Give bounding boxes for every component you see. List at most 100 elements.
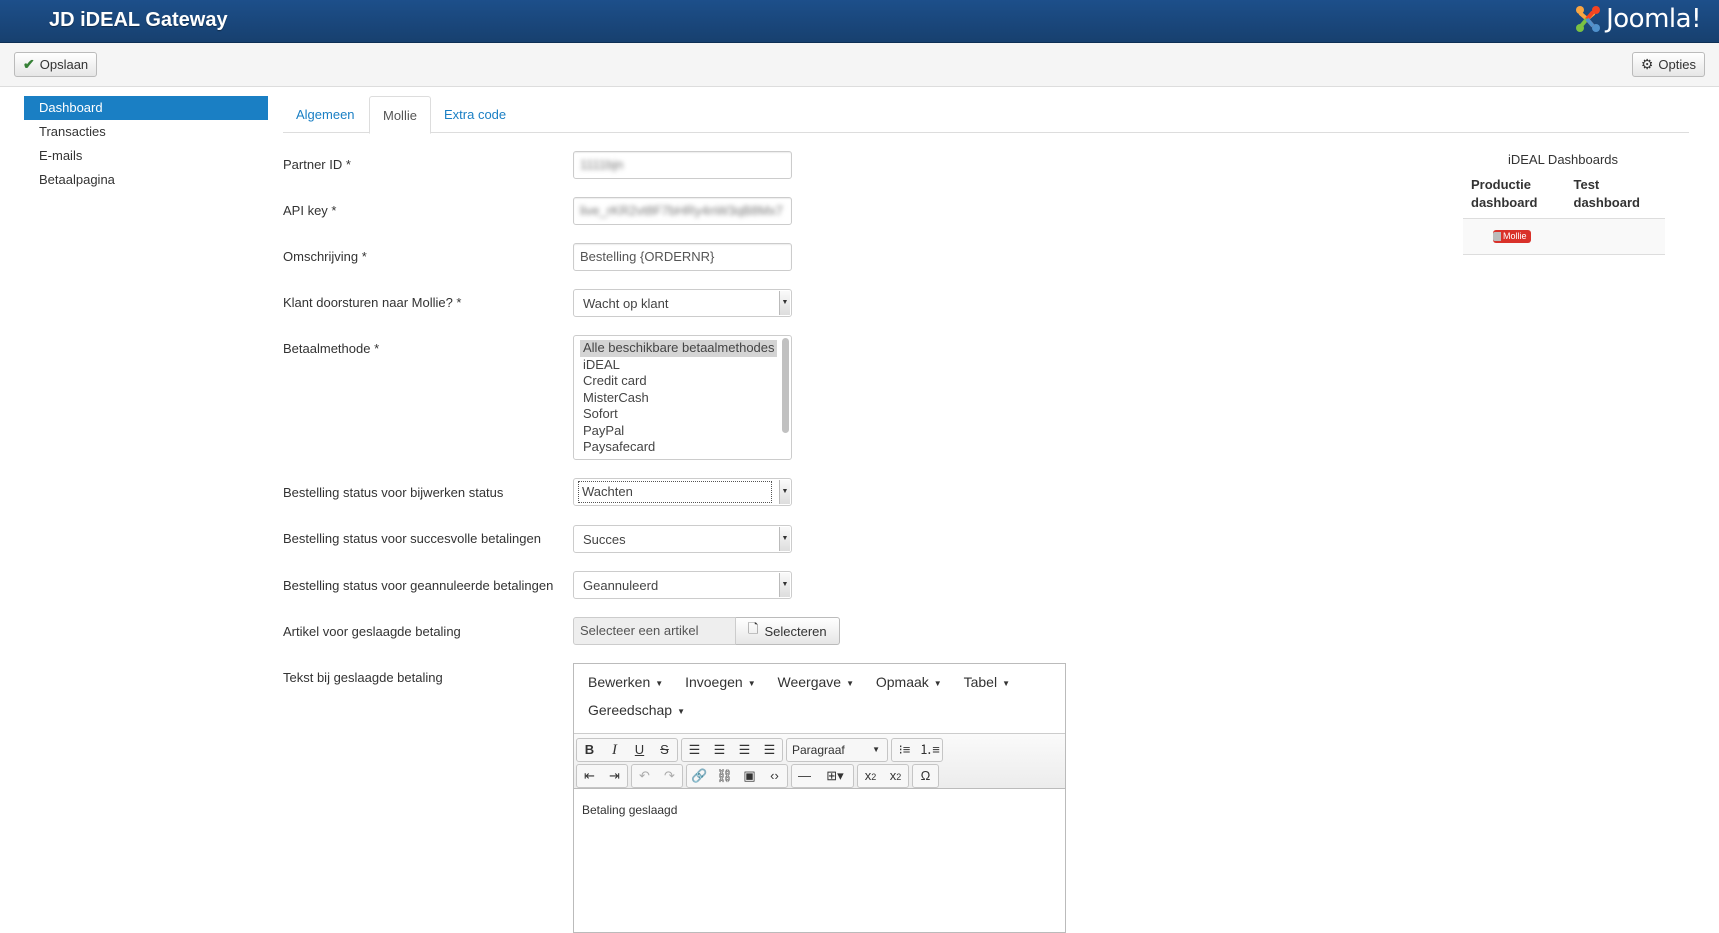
listbox-option[interactable]: Paysafecard: [574, 439, 791, 456]
listbox-option[interactable]: Alle beschikbare betaalmethodes: [580, 340, 777, 357]
joomla-logo[interactable]: Joomla!: [1572, 2, 1701, 36]
align-justify-icon[interactable]: ☰: [757, 739, 782, 761]
image-icon[interactable]: ▣: [737, 765, 762, 787]
menu-label: Weergave: [777, 674, 842, 690]
menu-opmaak[interactable]: Opmaak ▼: [868, 668, 950, 696]
superscript-icon[interactable]: x2: [883, 765, 908, 787]
status-cancelled-label: Bestelling status voor geannuleerde beta…: [283, 578, 554, 593]
menu-label: Opmaak: [875, 674, 929, 690]
sidebar-item-dashboard[interactable]: Dashboard: [24, 96, 268, 120]
tab-mollie[interactable]: Mollie: [369, 96, 431, 134]
listbox-option[interactable]: Credit card: [574, 373, 791, 390]
align-right-icon[interactable]: ☰: [732, 739, 757, 761]
indent-icon[interactable]: ⇥: [602, 765, 627, 787]
undo-icon[interactable]: ↶: [632, 765, 657, 787]
menu-label: Tabel: [963, 674, 998, 690]
listbox-option[interactable]: iDEAL: [574, 357, 791, 374]
api-key-value: live_rKR2vt8F7bHRy4nW3qB8Mx7: [580, 203, 784, 218]
table-icon[interactable]: ⊞▾: [817, 765, 853, 787]
bullet-list-icon[interactable]: ⁝≡: [892, 739, 917, 761]
select-article-button[interactable]: 🗋 Selecteren: [736, 617, 840, 645]
sidebar: Dashboard Transacties E-mails Betaalpagi…: [24, 96, 268, 192]
dashboards-header-row: Productie dashboard Test dashboard: [1463, 176, 1665, 218]
format-select[interactable]: Paragraaf ▼: [787, 739, 887, 761]
editor-content[interactable]: Betaling geslaagd: [574, 789, 1065, 831]
api-key-label: API key *: [283, 203, 337, 218]
menu-gereedschap[interactable]: Gereedschap ▼: [580, 696, 693, 724]
editor-menubar: Bewerken ▼ Invoegen ▼ Weergave ▼ Opmaak ▼ Ta…: [574, 664, 1065, 733]
status-update-label: Bestelling status voor bijwerken status: [283, 485, 504, 500]
col-test-dashboard: Test dashboard: [1573, 177, 1640, 210]
numbered-list-icon[interactable]: ⒈≡: [917, 739, 942, 761]
strikethrough-icon[interactable]: S: [652, 739, 677, 761]
options-button-label: Opties: [1658, 57, 1696, 72]
dashboards-table: Productie dashboard Test dashboard Molli…: [1463, 176, 1665, 255]
sidebar-item-emails[interactable]: E-mails: [24, 144, 268, 168]
app-title: JD iDEAL Gateway: [49, 9, 228, 31]
menu-label: Bewerken: [588, 674, 651, 690]
payment-method-label: Betaalmethode *: [283, 341, 380, 356]
menu-label: Gereedschap: [588, 702, 673, 718]
toolbar: ✔ Opslaan ⚙ Opties: [0, 43, 1719, 87]
outdent-icon[interactable]: ⇤: [577, 765, 602, 787]
tab-bar: Algemeen Mollie Extra code: [283, 96, 1689, 134]
app-header: JD iDEAL Gateway Joomla!: [0, 0, 1719, 43]
format-select-label: Paragraaf: [792, 742, 845, 757]
partner-id-label: Partner ID *: [283, 157, 351, 172]
underline-icon[interactable]: U: [627, 739, 652, 761]
status-cancelled-select[interactable]: Geannuleerd ▼: [573, 571, 792, 599]
options-button[interactable]: ⚙ Opties: [1631, 52, 1705, 77]
menu-tabel[interactable]: Tabel ▼: [956, 668, 1018, 696]
save-button[interactable]: ✔ Opslaan: [14, 52, 98, 77]
listbox-option[interactable]: Sofort: [574, 406, 791, 423]
align-center-icon[interactable]: ☰: [707, 739, 732, 761]
caret-down-icon: ▼: [933, 678, 942, 688]
status-success-label: Bestelling status voor succesvolle betal…: [283, 531, 541, 546]
api-key-input[interactable]: live_rKR2vt8F7bHRy4nW3qB8Mx7: [573, 197, 792, 225]
subscript-icon[interactable]: x2: [858, 765, 883, 787]
unlink-icon[interactable]: ⛓: [712, 765, 737, 787]
dashboards-title: iDEAL Dashboards: [1507, 152, 1619, 167]
align-left-icon[interactable]: ☰: [682, 739, 707, 761]
link-icon[interactable]: 🔗: [687, 765, 712, 787]
redirect-select-value: Wacht op klant: [583, 296, 669, 311]
bold-icon[interactable]: B: [577, 739, 602, 761]
menu-weergave[interactable]: Weergave ▼: [770, 668, 862, 696]
payment-method-listbox[interactable]: Alle beschikbare betaalmethodes iDEAL Cr…: [573, 335, 792, 460]
status-success-select[interactable]: Succes ▼: [573, 525, 792, 553]
sidebar-item-transacties[interactable]: Transacties: [24, 120, 268, 144]
redirect-select[interactable]: Wacht op klant ▼: [573, 289, 792, 317]
caret-down-icon: ▼: [677, 706, 685, 716]
description-label: Omschrijving *: [283, 249, 367, 264]
status-cancelled-select-value: Geannuleerd: [583, 578, 659, 593]
joomla-wordmark: Joomla!: [1606, 4, 1701, 34]
chevron-down-icon: ▼: [779, 573, 790, 597]
special-character-icon[interactable]: Ω: [913, 765, 938, 787]
listbox-option[interactable]: MisterCash: [574, 390, 791, 407]
listbox-scrollbar[interactable]: [782, 338, 789, 433]
tab-algemeen[interactable]: Algemeen: [283, 96, 368, 133]
status-update-select-value: Wachten: [578, 481, 772, 503]
mollie-dashboard-link[interactable]: Mollie: [1493, 230, 1531, 243]
partner-id-input[interactable]: 1111bjn: [573, 151, 792, 179]
tab-extra-code[interactable]: Extra code: [431, 96, 519, 133]
description-input[interactable]: Bestelling {ORDERNR}: [573, 243, 792, 271]
status-update-select[interactable]: Wachten ▼: [573, 478, 792, 506]
menu-invoegen[interactable]: Invoegen ▼: [677, 668, 764, 696]
italic-icon[interactable]: I: [602, 739, 627, 761]
status-success-select-value: Succes: [583, 532, 626, 547]
menu-label: Invoegen: [685, 674, 743, 690]
sidebar-item-betaalpagina[interactable]: Betaalpagina: [24, 168, 268, 192]
horizontal-rule-icon[interactable]: —: [792, 765, 817, 787]
rich-text-editor: Bewerken ▼ Invoegen ▼ Weergave ▼ Opmaak ▼ Ta…: [573, 663, 1066, 933]
caret-down-icon: ▼: [872, 744, 880, 754]
redo-icon[interactable]: ↷: [657, 765, 682, 787]
menu-bewerken[interactable]: Bewerken ▼: [580, 668, 671, 696]
joomla-icon: [1576, 6, 1601, 32]
code-icon[interactable]: ‹›: [762, 765, 787, 787]
article-label: Artikel voor geslaagde betaling: [283, 624, 461, 639]
article-input[interactable]: Selecteer een artikel: [573, 617, 736, 645]
listbox-option[interactable]: PayPal: [574, 423, 791, 440]
caret-down-icon: ▼: [1002, 678, 1010, 688]
caret-down-icon: ▼: [747, 678, 756, 688]
